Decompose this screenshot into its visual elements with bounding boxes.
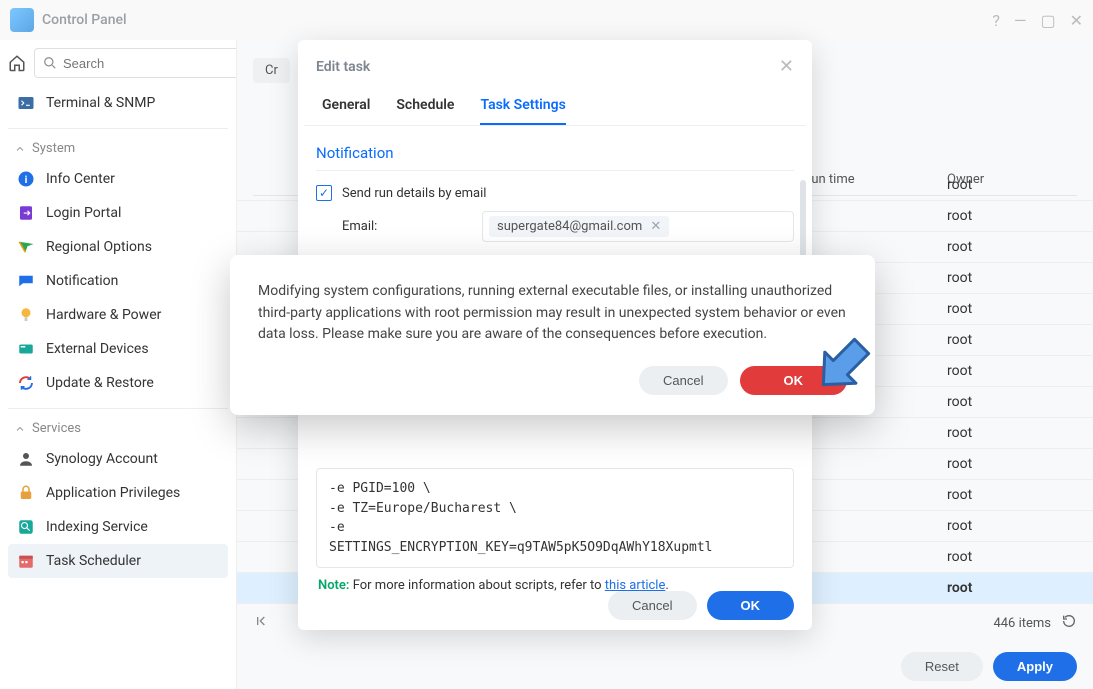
sidebar-item-hardware-power[interactable]: Hardware & Power (8, 298, 228, 332)
email-label: Email: (342, 219, 462, 234)
bulb-icon (16, 305, 36, 325)
tab-schedule[interactable]: Schedule (396, 91, 454, 125)
help-icon[interactable]: ? (992, 11, 1000, 30)
calendar-icon (16, 551, 36, 571)
email-input[interactable]: supergate84@gmail.com ✕ (482, 211, 794, 242)
refresh-icon (16, 373, 36, 393)
apply-button[interactable]: Apply (993, 652, 1077, 681)
sidebar: Terminal & SNMP System i Info Center Log… (0, 40, 237, 689)
warning-text: Modifying system configurations, running… (258, 281, 847, 346)
sidebar-item-indexing-service[interactable]: Indexing Service (8, 510, 228, 544)
reset-button[interactable]: Reset (901, 652, 983, 681)
chevron-up-icon (14, 143, 26, 155)
section-notification: Notification (316, 136, 794, 171)
sidebar-item-label: Terminal & SNMP (46, 95, 155, 111)
warning-modal: Modifying system configurations, running… (230, 255, 875, 415)
index-icon (16, 517, 36, 537)
search-icon (43, 56, 57, 70)
maximize-icon[interactable]: ▢ (1040, 11, 1055, 30)
sidebar-item-info-center[interactable]: i Info Center (8, 162, 228, 196)
chevron-up-icon (14, 423, 26, 435)
modal-close-icon[interactable]: ✕ (779, 56, 794, 77)
search-input[interactable] (63, 56, 237, 71)
edit-ok-button[interactable]: OK (707, 591, 795, 620)
page-first-icon[interactable] (253, 613, 269, 633)
minimize-icon[interactable]: — (1014, 11, 1027, 30)
search-input-wrap[interactable] (34, 48, 237, 78)
checkbox-send-email-label: Send run details by email (342, 186, 486, 201)
items-count: 446 items (993, 616, 1051, 631)
terminal-icon (16, 93, 36, 113)
globe-icon (16, 237, 36, 257)
login-portal-icon (16, 203, 36, 223)
info-icon: i (16, 169, 36, 189)
sidebar-item-synology-account[interactable]: Synology Account (8, 442, 228, 476)
warn-cancel-button[interactable]: Cancel (639, 366, 727, 395)
sidebar-section-services[interactable]: Services (14, 421, 228, 436)
sidebar-item-login-portal[interactable]: Login Portal (8, 196, 228, 230)
script-textarea[interactable]: -e PGID=100 \ -e TZ=Europe/Bucharest \ -… (316, 468, 794, 568)
svg-text:i: i (25, 173, 28, 186)
app-icon (10, 8, 34, 32)
tab-general[interactable]: General (322, 91, 370, 125)
close-icon[interactable]: ✕ (1070, 11, 1083, 30)
sidebar-item-regional-options[interactable]: Regional Options (8, 230, 228, 264)
refresh-icon[interactable] (1061, 613, 1077, 633)
usb-icon (16, 339, 36, 359)
window-title: Control Panel (42, 12, 978, 28)
sidebar-section-system[interactable]: System (14, 141, 228, 156)
sidebar-item-update-restore[interactable]: Update & Restore (8, 366, 228, 400)
home-icon[interactable] (8, 49, 26, 77)
user-icon (16, 449, 36, 469)
tab-task-settings[interactable]: Task Settings (480, 91, 565, 125)
sidebar-item-external-devices[interactable]: External Devices (8, 332, 228, 366)
edit-cancel-button[interactable]: Cancel (608, 591, 696, 620)
create-button[interactable]: Cr (253, 58, 290, 83)
remove-email-icon[interactable]: ✕ (650, 219, 661, 234)
pointer-arrow-icon (810, 326, 882, 402)
titlebar: Control Panel ? — ▢ ✕ (0, 0, 1093, 40)
sidebar-item-application-privileges[interactable]: Application Privileges (8, 476, 228, 510)
checkbox-send-email[interactable]: ✓ (316, 185, 332, 201)
email-chip: supergate84@gmail.com ✕ (489, 216, 669, 237)
chat-icon (16, 271, 36, 291)
sidebar-item-notification[interactable]: Notification (8, 264, 228, 298)
lock-icon (16, 483, 36, 503)
sidebar-item-terminal[interactable]: Terminal & SNMP (8, 86, 228, 120)
modal-title: Edit task (316, 59, 779, 75)
sidebar-item-task-scheduler[interactable]: Task Scheduler (8, 544, 228, 578)
